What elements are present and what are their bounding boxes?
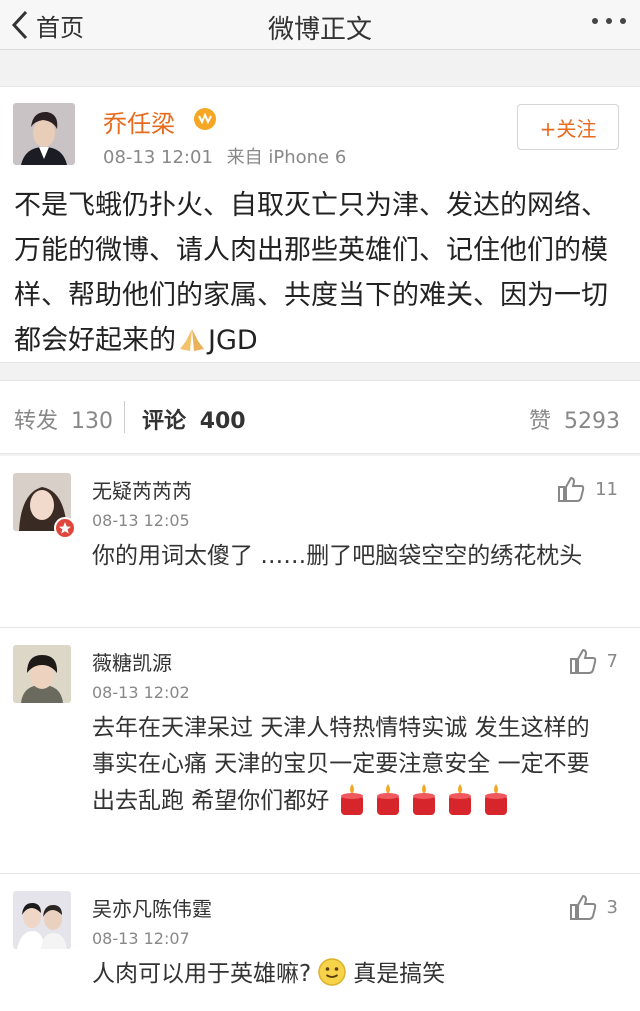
comment-time: 08-13 12:05 [92,511,190,530]
smile-emoji-icon [318,958,346,986]
post-time: 08-13 12:01 [103,147,213,168]
comment-time: 08-13 12:07 [92,929,190,948]
thumbs-up-icon [569,894,596,920]
comment-author-name[interactable]: 薇糖凯源 [92,647,172,676]
comment-author-name[interactable]: 无疑芮芮芮 [92,475,192,504]
comment-text-body: 人肉可以用于英雄嘛? [92,961,312,987]
tab-like[interactable]: 赞 5293 [529,403,620,435]
thumbs-up-icon [558,476,585,502]
comment-like-count: 11 [595,478,618,500]
tab-comments[interactable]: 评论 400 [142,403,246,435]
comment-like-button[interactable]: 11 [557,476,618,502]
more-menu-icon[interactable] [592,18,626,24]
post-author-name[interactable]: 乔任梁 [103,104,175,139]
comment-item: 薇糖凯源 08-13 12:02 7 去年在天津呆过 天津人特热情特实诚 发生这… [0,628,640,874]
page-title: 微博正文 [267,15,372,45]
comment-text: 去年在天津呆过 天津人特热情特实诚 发生这样的事实在心痛 天津的宝贝一定要注意安… [92,710,612,819]
top-nav-bar: 首页 微博正文 [0,0,640,50]
comment-item: 吴亦凡陈伟霆 08-13 12:07 3 人肉可以用于英雄嘛? 真是搞笑 [0,874,640,1011]
candle-emoji-icon [412,784,435,815]
avatar[interactable] [13,645,71,703]
thumbs-up-icon [569,648,596,674]
tab-repost[interactable]: 转发 130 [14,403,113,435]
comment-time: 08-13 12:02 [92,683,190,702]
weibo-post: 乔任梁 08-13 12:01 来自 iPhone 6 +关注 不是飞蛾仍扑火、… [0,86,640,363]
avatar[interactable] [13,891,71,949]
follow-button[interactable]: +关注 [517,104,619,150]
pray-emoji-icon [180,329,204,351]
post-body-text: 不是飞蛾仍扑火、自取灭亡只为津、发达的网络、万能的微博、请人肉出那些英雄们、记住… [14,183,626,363]
star-badge-icon [54,517,76,539]
candle-emoji-icon [448,784,471,815]
post-text-suffix: JGD [208,325,258,356]
comment-like-count: 3 [606,896,618,918]
candle-emoji-icon [340,784,363,815]
comment-item: 无疑芮芮芮 08-13 12:05 11 你的用词太傻了 ……删了吧脑袋空空的绣… [0,456,640,628]
comment-text-after: 真是搞笑 [353,961,446,987]
candle-emoji-icon [376,784,399,815]
vip-crown-icon [194,108,216,130]
post-tabs-bar: 转发 130 评论 400 赞 5293 [0,380,640,454]
comment-author-name[interactable]: 吴亦凡陈伟霆 [92,893,212,922]
avatar[interactable] [13,103,75,165]
comment-like-button[interactable]: 7 [569,648,618,674]
comment-text: 你的用词太傻了 ……删了吧脑袋空空的绣花枕头 [92,543,583,569]
candle-emoji-icon [484,784,507,815]
comment-like-count: 7 [606,650,618,672]
comment-text: 人肉可以用于英雄嘛? 真是搞笑 [92,956,612,992]
post-meta: 08-13 12:01 来自 iPhone 6 [103,143,346,169]
comment-like-button[interactable]: 3 [569,894,618,920]
post-text: 不是飞蛾仍扑火、自取灭亡只为津、发达的网络、万能的微博、请人肉出那些英雄们、记住… [14,190,608,356]
post-source: 来自 iPhone 6 [226,147,347,168]
tab-divider [124,401,125,433]
